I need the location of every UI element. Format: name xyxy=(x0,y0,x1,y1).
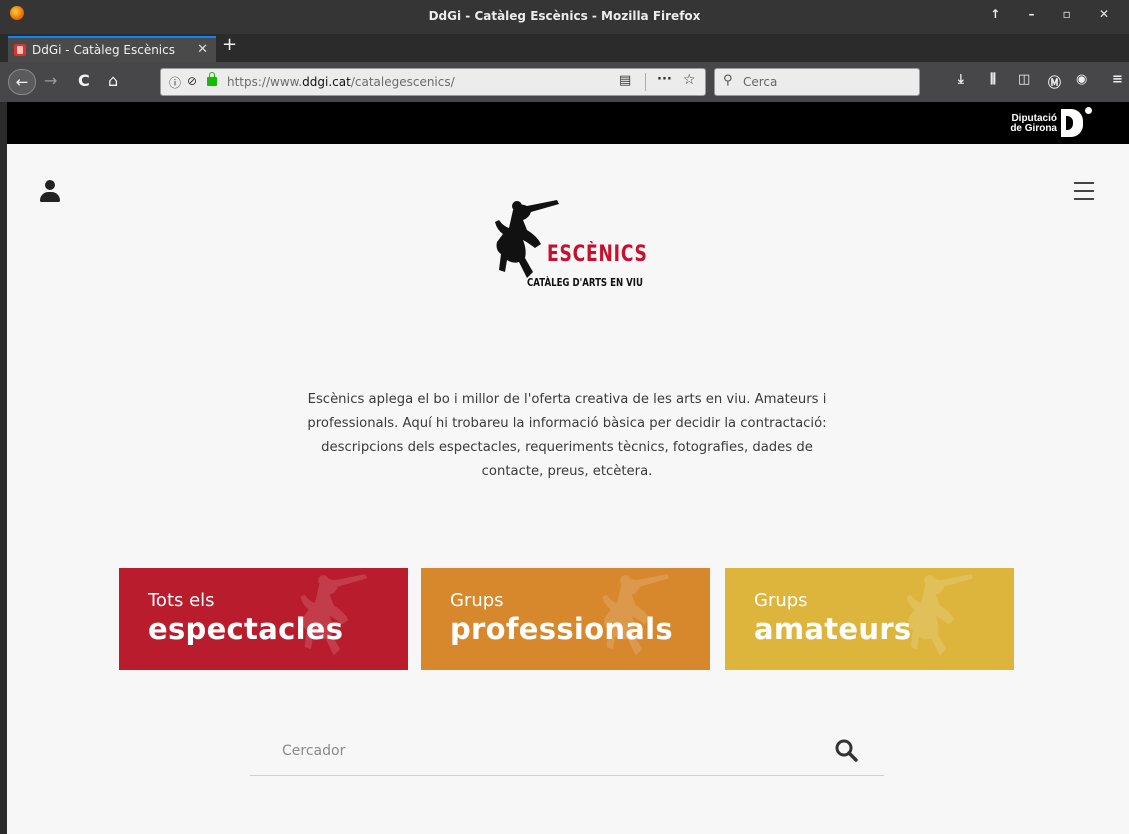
lock-icon xyxy=(207,72,217,86)
catalog-search-input[interactable] xyxy=(282,740,802,762)
category-cards: Tots els espectacles Grups professionals… xyxy=(119,568,1014,670)
search-icon[interactable] xyxy=(834,738,858,762)
menu-icon[interactable] xyxy=(1074,182,1094,200)
logo-title: ESCÈNICS xyxy=(547,242,648,267)
tab-close-icon[interactable]: ✕ xyxy=(197,42,208,57)
tab-active[interactable]: DdGi - Catàleg Escènics ✕ xyxy=(8,36,216,62)
navigation-bar: ← → C ⌂ ⓘ ⊘ https://www.ddgi.cat/cataleg… xyxy=(0,62,1129,102)
catalog-search xyxy=(250,724,884,776)
brand-line-2: de Girona xyxy=(1010,123,1057,134)
card-amateur-big: amateurs xyxy=(754,612,912,646)
reader-view-icon[interactable]: ▤ xyxy=(619,73,631,88)
browser-search-input[interactable] xyxy=(743,73,913,91)
d-logo-icon xyxy=(1061,109,1083,137)
hamburger-menu-icon[interactable]: ≡ xyxy=(1112,72,1123,87)
escenics-logo[interactable]: ESCÈNICS CATÀLEG D'ARTS EN VIU xyxy=(491,198,647,298)
card-professional-groups[interactable]: Grups professionals xyxy=(421,568,710,670)
favicon-icon xyxy=(14,44,26,56)
new-tab-button[interactable]: + xyxy=(222,36,237,54)
url-bar[interactable]: ⓘ ⊘ https://www.ddgi.cat/catalegescenics… xyxy=(160,68,706,96)
logo-dot-icon xyxy=(1085,107,1092,114)
back-button[interactable]: ← xyxy=(8,69,36,95)
card-professional-big: professionals xyxy=(450,612,673,646)
window-controls[interactable]: ↑ – ▫ ✕ xyxy=(990,7,1121,21)
tracking-protection-icon[interactable]: ⊘ xyxy=(187,74,197,88)
user-icon[interactable] xyxy=(39,180,61,204)
window-title: DdGi - Catàleg Escènics - Mozilla Firefo… xyxy=(428,9,701,23)
forward-button[interactable]: → xyxy=(44,70,57,92)
url-text[interactable]: https://www.ddgi.cat/catalegescenics/ xyxy=(227,75,455,89)
logo-subtitle: CATÀLEG D'ARTS EN VIU xyxy=(527,276,643,289)
browser-search-bar[interactable]: ⚲ xyxy=(714,68,920,96)
url-separator xyxy=(645,73,646,91)
library-icon[interactable]: ⫼ xyxy=(990,72,996,87)
card-professional-small: Grups xyxy=(450,590,504,611)
card-all-shows-big: espectacles xyxy=(148,612,344,646)
top-banner: Diputació de Girona xyxy=(7,102,1129,144)
tab-label: DdGi - Catàleg Escènics xyxy=(32,43,175,57)
account-icon[interactable]: ◉ xyxy=(1076,72,1087,87)
page-viewport: Diputació de Girona ESCÈNICS CATÀLEG D'AR… xyxy=(7,102,1129,834)
tab-strip: DdGi - Catàleg Escènics ✕ xyxy=(0,34,1129,62)
extension-icon[interactable]: Ⓜ xyxy=(1048,72,1061,91)
card-amateur-groups[interactable]: Grups amateurs xyxy=(725,568,1014,670)
reload-button[interactable]: C xyxy=(78,70,90,92)
card-all-shows-small: Tots els xyxy=(148,590,215,611)
search-icon: ⚲ xyxy=(723,73,733,88)
intro-paragraph: Escènics aplega el bo i millor de l'ofer… xyxy=(307,392,827,479)
card-all-shows[interactable]: Tots els espectacles xyxy=(119,568,408,670)
window-titlebar: DdGi - Catàleg Escènics - Mozilla Firefo… xyxy=(0,0,1129,34)
card-amateur-small: Grups xyxy=(754,590,808,611)
info-icon[interactable]: ⓘ xyxy=(169,74,181,91)
download-icon[interactable]: ⤓ xyxy=(958,72,964,87)
diputacio-logo[interactable]: Diputació de Girona xyxy=(1003,106,1113,140)
page-actions-icon[interactable]: ··· xyxy=(657,72,672,87)
sidebar-icon[interactable]: ◫ xyxy=(1018,72,1030,87)
home-button[interactable]: ⌂ xyxy=(108,70,118,92)
bookmark-star-icon[interactable]: ☆ xyxy=(683,72,696,88)
